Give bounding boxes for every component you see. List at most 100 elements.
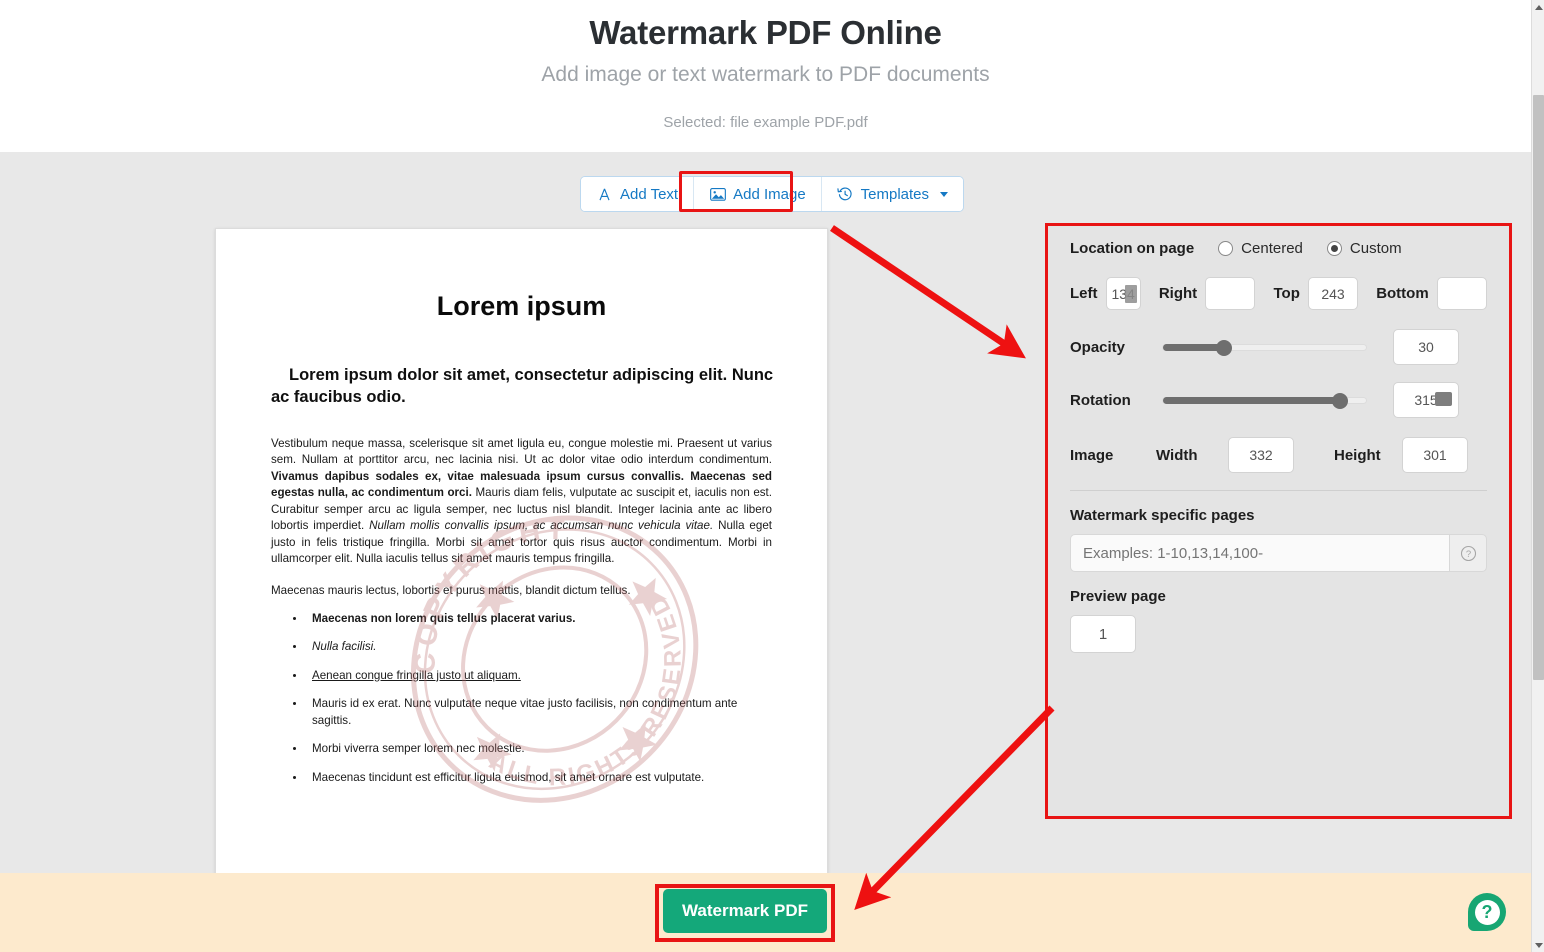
radio-centered[interactable]: Centered xyxy=(1218,240,1303,257)
doc-bullet-list: Maecenas non lorem quis tellus placerat … xyxy=(288,611,777,786)
question-mark-help-icon: ? xyxy=(1474,899,1500,925)
selected-file-label: Selected: file example PDF.pdf xyxy=(663,114,868,131)
scrollbar-up-arrow-icon[interactable] xyxy=(1532,0,1544,14)
watermark-pdf-button[interactable]: Watermark PDF xyxy=(663,889,827,933)
list-item: Morbi viverra semper lorem nec molestie. xyxy=(306,741,777,757)
doc-bullet-2: Aenean congue fringilla justo ut aliquam… xyxy=(312,668,521,682)
doc-p1-seg-0: Vestibulum neque massa, scelerisque sit … xyxy=(271,436,772,467)
templates-label: Templates xyxy=(860,185,930,203)
radio-centered-label: Centered xyxy=(1241,240,1303,257)
top-label: Top xyxy=(1273,285,1300,302)
list-item: Nulla facilisi. xyxy=(306,639,777,655)
list-item: Maecenas non lorem quis tellus placerat … xyxy=(306,611,777,627)
opacity-slider-fill xyxy=(1163,343,1224,351)
rotation-label: Rotation xyxy=(1070,391,1131,409)
radio-custom[interactable]: Custom xyxy=(1326,240,1402,257)
list-item: Aenean congue fringilla justo ut aliquam… xyxy=(306,668,777,684)
rotation-slider[interactable] xyxy=(1162,392,1367,409)
pdf-page-content: Lorem ipsum Lorem ipsum dolor sit amet, … xyxy=(216,229,827,952)
vertical-scrollbar[interactable] xyxy=(1531,0,1544,952)
left-input[interactable]: 134 xyxy=(1105,277,1141,310)
scrollbar-down-arrow-icon[interactable] xyxy=(1532,938,1544,952)
page-subtitle: Add image or text watermark to PDF docum… xyxy=(541,63,990,86)
help-button[interactable]: ? xyxy=(1468,893,1506,931)
svg-text:?: ? xyxy=(1465,549,1470,560)
doc-bullet-5: Maecenas tincidunt est efficitur ligula … xyxy=(312,770,705,784)
image-icon xyxy=(709,186,726,203)
rotation-row: Rotation 315 xyxy=(1070,382,1487,418)
doc-paragraph-1: Vestibulum neque massa, scelerisque sit … xyxy=(271,409,772,568)
height-input-value: 301 xyxy=(1423,447,1447,463)
scrollbar-thumb[interactable] xyxy=(1533,95,1544,680)
opacity-input[interactable]: 30 xyxy=(1393,329,1459,365)
right-label: Right xyxy=(1158,285,1198,302)
page-header: Watermark PDF Online Add image or text w… xyxy=(0,0,1531,152)
width-input-value: 332 xyxy=(1249,447,1273,463)
opacity-row: Opacity 30 xyxy=(1070,329,1487,365)
doc-lead-paragraph: Lorem ipsum dolor sit amet, consectetur … xyxy=(271,366,774,406)
watermark-toolbar: Add Text Add Image Templates xyxy=(580,176,965,212)
doc-bullet-3: Mauris id ex erat. Nunc vulputate neque … xyxy=(312,697,738,727)
chevron-down-icon xyxy=(940,191,949,197)
doc-bullet-4: Morbi viverra semper lorem nec molestie. xyxy=(312,742,525,756)
doc-paragraph-2: Maecenas mauris lectus, lobortis et puru… xyxy=(271,583,631,597)
page-title: Watermark PDF Online xyxy=(589,14,942,51)
list-item: Mauris id ex erat. Nunc vulputate neque … xyxy=(306,696,777,729)
preview-page-value: 1 xyxy=(1098,625,1108,643)
rotation-input-spinner-icon[interactable] xyxy=(1435,392,1452,406)
rotation-slider-track[interactable] xyxy=(1162,392,1367,409)
preview-page-input[interactable]: 1 xyxy=(1070,615,1136,653)
question-circle-icon[interactable]: ? xyxy=(1449,534,1487,572)
right-input[interactable] xyxy=(1205,277,1256,310)
bottom-action-bar: Watermark PDF xyxy=(0,873,1531,952)
opacity-slider-track[interactable] xyxy=(1162,339,1367,356)
top-input[interactable]: 243 xyxy=(1307,277,1359,310)
rotation-slider-fill xyxy=(1163,396,1340,404)
radio-custom-label: Custom xyxy=(1349,240,1402,257)
doc-bullet-0: Maecenas non lorem quis tellus placerat … xyxy=(312,611,576,625)
position-fields-row: Left 134 Right Top 243 Bottom xyxy=(1070,277,1488,310)
height-label: Height xyxy=(1334,446,1381,464)
workspace: Add Text Add Image Templates Lorem ipsum… xyxy=(0,152,1531,952)
specific-pages-title: Watermark specific pages xyxy=(1070,507,1255,524)
opacity-slider-knob[interactable] xyxy=(1215,339,1232,356)
image-size-row: Image Width 332 Height 301 xyxy=(1070,437,1487,473)
left-label: Left xyxy=(1070,285,1098,302)
rotation-input[interactable]: 315 xyxy=(1393,382,1459,418)
letter-a-icon xyxy=(596,186,613,203)
opacity-label: Opacity xyxy=(1070,338,1126,356)
left-input-spinner-icon[interactable] xyxy=(1124,285,1137,303)
width-input[interactable]: 332 xyxy=(1228,437,1294,473)
doc-p1-seg-3: Nullam mollis convallis ipsum, ac accums… xyxy=(369,519,714,533)
add-image-label: Add Image xyxy=(733,185,806,203)
opacity-slider[interactable] xyxy=(1162,339,1367,356)
location-label: Location on page xyxy=(1070,240,1195,257)
templates-button[interactable]: Templates xyxy=(820,177,964,211)
specific-pages-input[interactable] xyxy=(1070,534,1449,572)
add-text-button[interactable]: Add Text xyxy=(581,177,694,211)
page-root: Watermark PDF Online Add image or text w… xyxy=(0,0,1544,952)
settings-content: Location on page Centered Custom Left 13… xyxy=(1048,226,1509,653)
radio-centered-indicator[interactable] xyxy=(1218,241,1234,256)
specific-pages-row: ? xyxy=(1070,534,1487,572)
width-label: Width xyxy=(1156,446,1198,464)
image-label: Image xyxy=(1070,446,1114,464)
add-text-label: Add Text xyxy=(620,185,679,203)
bottom-input[interactable] xyxy=(1436,277,1488,310)
doc-heading: Lorem ipsum xyxy=(436,291,607,321)
top-input-value: 243 xyxy=(1321,285,1345,302)
radio-custom-indicator[interactable] xyxy=(1326,241,1342,256)
add-image-button[interactable]: Add Image xyxy=(693,177,821,211)
settings-divider xyxy=(1070,490,1487,491)
history-clock-icon xyxy=(837,186,854,203)
pdf-preview-page[interactable]: Lorem ipsum Lorem ipsum dolor sit amet, … xyxy=(215,228,828,952)
location-row: Location on page Centered Custom xyxy=(1070,240,1487,257)
watermark-settings-panel: Location on page Centered Custom Left 13… xyxy=(1045,223,1512,819)
preview-page-title: Preview page xyxy=(1070,588,1166,605)
opacity-input-value: 30 xyxy=(1418,339,1434,355)
rotation-slider-knob[interactable] xyxy=(1331,392,1348,409)
bottom-label: Bottom xyxy=(1376,285,1429,302)
doc-bullet-1: Nulla facilisi. xyxy=(312,640,377,654)
list-item: Maecenas tincidunt est efficitur ligula … xyxy=(306,770,777,786)
height-input[interactable]: 301 xyxy=(1402,437,1468,473)
